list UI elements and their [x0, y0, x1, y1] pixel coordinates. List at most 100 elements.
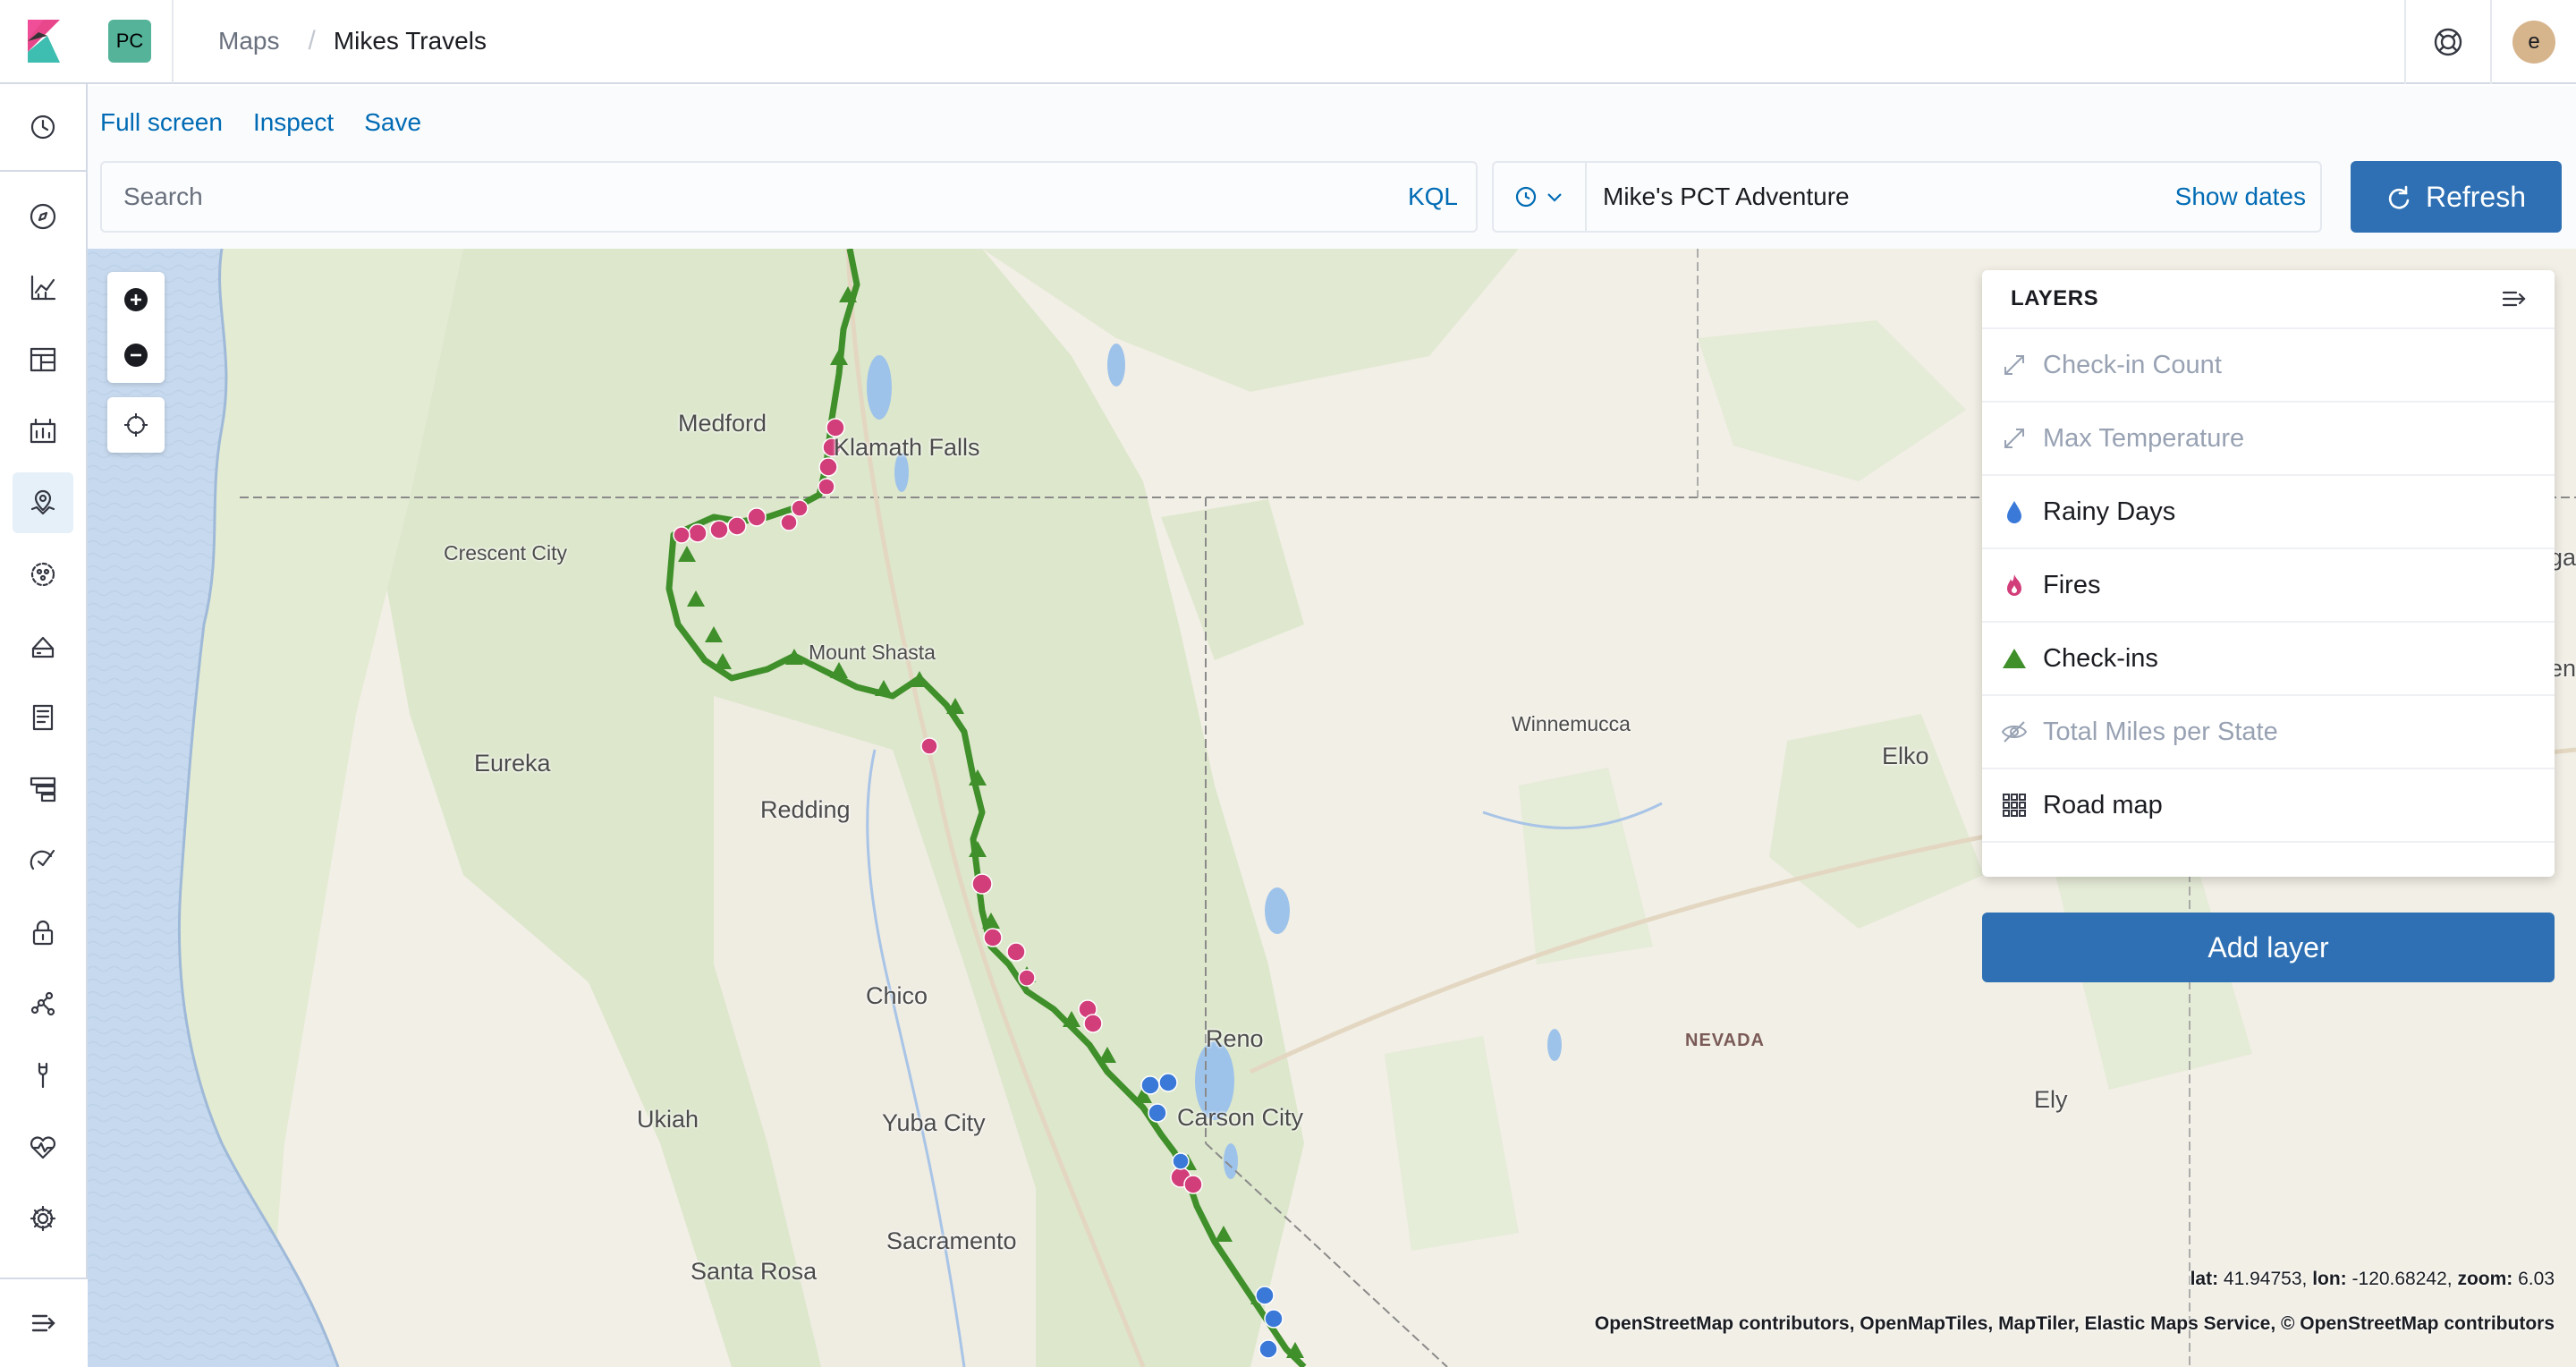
search-input[interactable]: [123, 183, 1408, 211]
city-label: Reno: [1206, 1025, 1264, 1052]
visualize-chart-icon[interactable]: [13, 258, 73, 318]
map-attribution[interactable]: OpenStreetMap contributors, OpenMapTiles…: [1595, 1313, 2555, 1335]
siem-lock-icon[interactable]: [13, 902, 73, 963]
city-label: Chico: [866, 982, 928, 1009]
breadcrumb: Maps / Mikes Travels: [218, 26, 487, 56]
kibana-logo[interactable]: [0, 0, 88, 83]
layers-title: LAYERS: [2011, 286, 2099, 310]
resize-arrow-icon: [1998, 422, 2030, 454]
zoom-label: zoom:: [2457, 1269, 2513, 1289]
chevron-down-icon: [1547, 193, 1562, 202]
query-bar: KQL Mike's PCT Adventure Show dates Refr…: [88, 159, 2576, 249]
layer-name: Total Miles per State: [2043, 717, 2278, 746]
city-label: Carson City: [1177, 1104, 1304, 1131]
city-label: Crescent City: [444, 541, 568, 565]
layer-item-total-miles-per-state[interactable]: Total Miles per State: [1982, 696, 2555, 769]
kibana-logo-icon: [28, 20, 60, 63]
clock-icon: [1515, 186, 1537, 208]
collapse-nav-button[interactable]: [0, 1278, 88, 1367]
fire-icon: [1998, 569, 2030, 601]
layer-name: Check-in Count: [2043, 350, 2222, 379]
kql-toggle[interactable]: KQL: [1408, 183, 1458, 211]
zoom-value: 6.03: [2518, 1269, 2555, 1289]
show-dates-link[interactable]: Show dates: [2175, 183, 2306, 211]
lon-label: lon:: [2312, 1269, 2347, 1289]
layer-item-check-in-count[interactable]: Check-in Count: [1982, 329, 2555, 403]
layer-item-road-map[interactable]: Road map: [1982, 769, 2555, 843]
help-button[interactable]: [2404, 0, 2490, 84]
menu-collapse-icon: [31, 1314, 55, 1332]
breadcrumb-separator: /: [308, 26, 316, 55]
dev-tools-icon[interactable]: [13, 1045, 73, 1106]
city-label: Winnemucca: [1512, 712, 1631, 735]
city-label: Redding: [760, 796, 851, 823]
help-lifebuoy-icon: [2434, 28, 2462, 56]
refresh-button[interactable]: Refresh: [2351, 161, 2562, 233]
apm-icon[interactable]: [13, 759, 73, 819]
inspect-link[interactable]: Inspect: [253, 108, 334, 137]
nav-divider: [0, 170, 88, 172]
map-coordinates: lat: 41.94753, lon: -120.68242, zoom: 6.…: [2190, 1269, 2555, 1289]
breadcrumb-maps[interactable]: Maps: [218, 27, 279, 55]
set-view-button[interactable]: [107, 397, 165, 453]
eye-closed-icon: [1998, 716, 2030, 748]
space-selector[interactable]: PC: [88, 0, 174, 83]
drop-icon: [1998, 496, 2030, 528]
infrastructure-icon[interactable]: [13, 616, 73, 676]
quick-date-menu-button[interactable]: [1494, 163, 1587, 231]
layer-item-check-ins[interactable]: Check-ins: [1982, 623, 2555, 696]
lat-value: 41.94753: [2223, 1269, 2302, 1289]
side-navigation: [0, 84, 88, 1367]
city-label: Yuba City: [882, 1109, 986, 1136]
city-label: Medford: [678, 410, 767, 437]
layer-item-rainy-days[interactable]: Rainy Days: [1982, 476, 2555, 549]
canvas-icon[interactable]: [13, 401, 73, 462]
machine-learning-icon[interactable]: [13, 544, 73, 605]
layer-item-max-temperature[interactable]: Max Temperature: [1982, 403, 2555, 476]
city-label: Mount Shasta: [809, 641, 936, 664]
save-link[interactable]: Save: [364, 108, 421, 137]
dashboard-icon[interactable]: [13, 329, 73, 390]
layer-name: Check-ins: [2043, 643, 2158, 673]
add-layer-button[interactable]: Add layer: [1982, 913, 2555, 982]
space-avatar: PC: [108, 20, 151, 63]
search-box: KQL: [100, 161, 1478, 233]
crosshairs-icon: [124, 413, 148, 437]
time-range-label[interactable]: Mike's PCT Adventure: [1587, 183, 2175, 211]
layers-header: LAYERS: [1982, 270, 2555, 329]
logs-icon[interactable]: [13, 687, 73, 748]
city-label: Ely: [2034, 1086, 2068, 1113]
layer-name: Rainy Days: [2043, 497, 2176, 526]
lon-value: -120.68242: [2351, 1269, 2447, 1289]
full-screen-link[interactable]: Full screen: [100, 108, 223, 137]
layer-name: Fires: [2043, 570, 2101, 599]
header-actions: e: [2404, 0, 2576, 84]
maps-icon[interactable]: [13, 472, 73, 533]
zoom-out-button[interactable]: [107, 327, 165, 383]
city-label: Klamath Falls: [834, 434, 980, 461]
refresh-icon: [2388, 185, 2410, 209]
layer-name: Max Temperature: [2043, 423, 2245, 453]
date-picker: Mike's PCT Adventure Show dates: [1492, 161, 2322, 233]
zoom-controls: [107, 272, 165, 383]
layer-name: Road map: [2043, 790, 2163, 819]
city-label: Elko: [1882, 743, 1929, 769]
graph-icon[interactable]: [13, 973, 73, 1034]
app-header: PC Maps / Mikes Travels e: [0, 0, 2576, 84]
map-container[interactable]: Medford Klamath Falls Crescent City Moun…: [88, 249, 2576, 1367]
top-nav-menu: Full screen Inspect Save: [88, 86, 2576, 159]
refresh-label: Refresh: [2425, 180, 2527, 213]
city-label: Sacramento: [886, 1227, 1017, 1254]
menu-right-collapse-icon[interactable]: [2501, 285, 2528, 312]
city-label: Ukiah: [637, 1106, 699, 1133]
uptime-icon[interactable]: [13, 830, 73, 891]
zoom-in-button[interactable]: [107, 272, 165, 327]
user-menu-button[interactable]: e: [2490, 0, 2576, 84]
management-gear-icon[interactable]: [13, 1188, 73, 1249]
recently-viewed-icon[interactable]: [13, 97, 73, 157]
triangle-icon: [1998, 642, 2030, 675]
discover-compass-icon[interactable]: [13, 186, 73, 247]
state-label: NEVADA: [1685, 1031, 1765, 1050]
monitoring-heart-icon[interactable]: [13, 1117, 73, 1177]
layer-item-fires[interactable]: Fires: [1982, 549, 2555, 623]
